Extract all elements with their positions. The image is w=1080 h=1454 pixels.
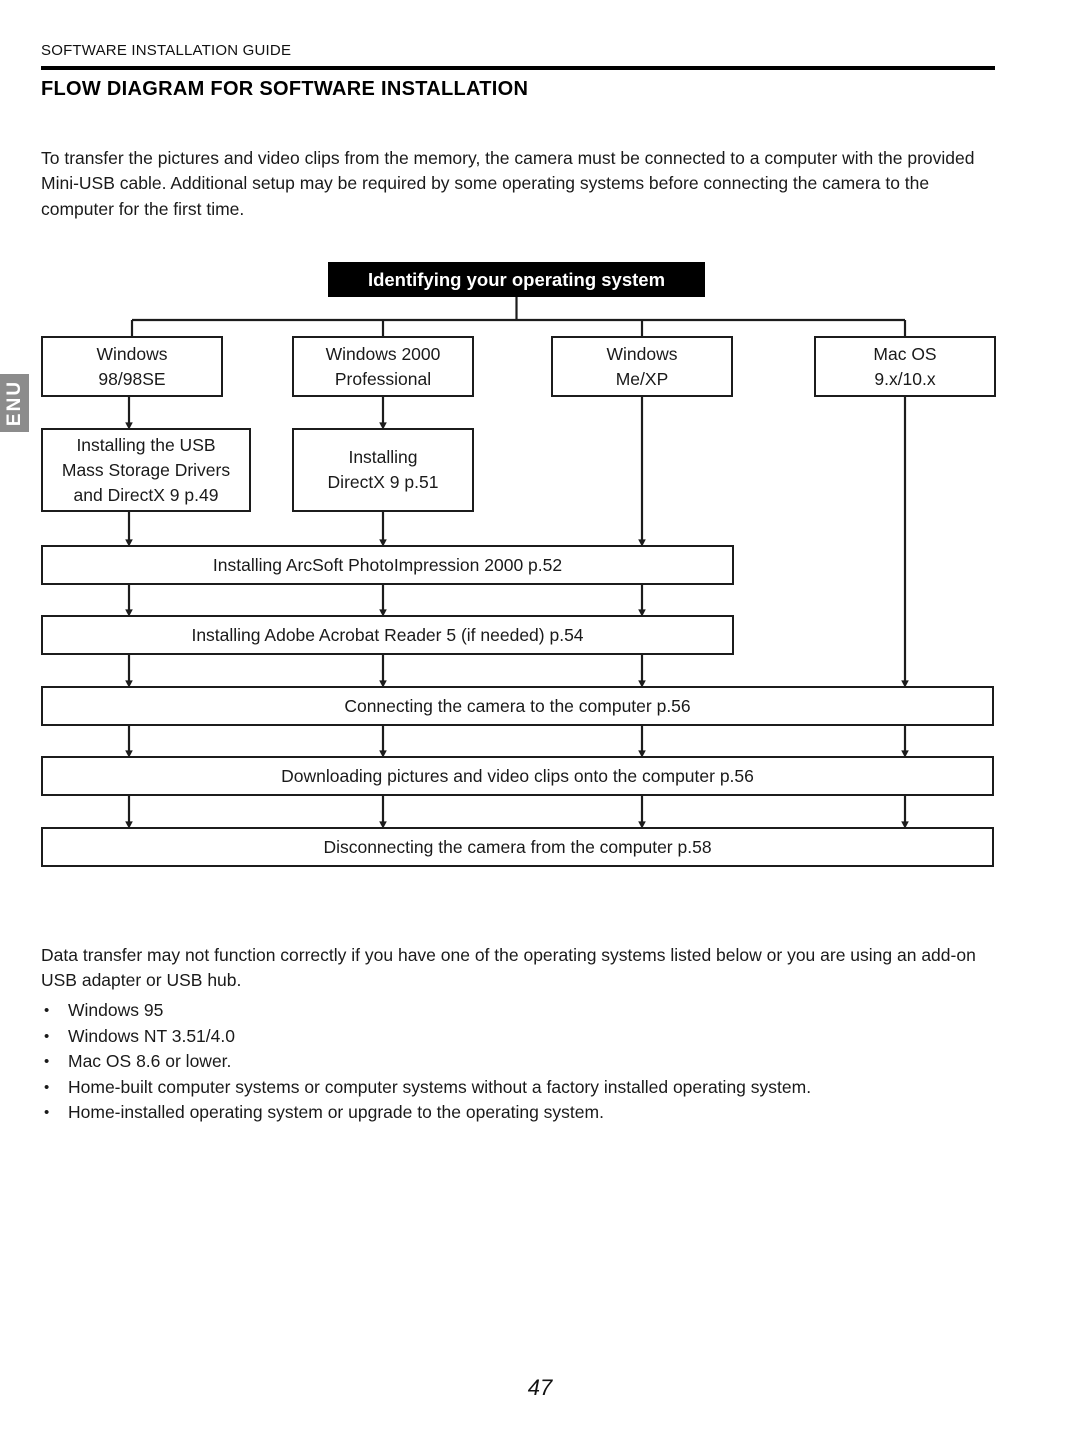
list-item-label: Home-installed operating system or upgra… [68, 1102, 604, 1122]
line-2: 9.x/10.x [874, 368, 936, 389]
flow-node-install-usb-drivers: Installing the USB Mass Storage Drivers … [41, 428, 251, 512]
page-number: 47 [527, 1375, 553, 1400]
page-title: FLOW DIAGRAM FOR SOFTWARE INSTALLATION [41, 78, 529, 100]
running-head-text: SOFTWARE INSTALLATION GUIDE [41, 42, 292, 59]
list-item: • Windows 95 [41, 998, 995, 1024]
flow-node-install-directx-text: Installing DirectX 9 p.51 [294, 445, 472, 495]
language-tab-enu: ENU [0, 374, 29, 432]
language-tab-label: ENU [3, 379, 25, 427]
note-paragraph: Data transfer may not function correctly… [41, 944, 976, 991]
flow-node-install-photoimpression-label: Installing ArcSoft PhotoImpression 2000 … [212, 554, 563, 575]
flow-node-os-mac-os: Mac OS 9.x/10.x [814, 336, 996, 397]
flow-node-os-windows-98: Windows 98/98SE [41, 336, 223, 397]
flow-node-disconnect-camera-label: Disconnecting the camera from the comput… [323, 836, 712, 857]
flow-node-download-pictures: Downloading pictures and video clips ont… [41, 756, 994, 796]
intro-paragraph: To transfer the pictures and video clips… [41, 147, 975, 219]
list-item: • Home-installed operating system or upg… [41, 1100, 995, 1126]
unsupported-systems-list: • Windows 95 • Windows NT 3.51/4.0 • Mac… [41, 998, 995, 1126]
flow-node-disconnect-camera: Disconnecting the camera from the comput… [41, 827, 994, 867]
bullet-icon: • [44, 1027, 50, 1045]
flow-node-root: Identifying your operating system [328, 262, 705, 297]
line-2: Professional [334, 368, 432, 389]
line-1: Windows [606, 343, 678, 364]
bullet-icon: • [44, 1104, 50, 1121]
line-2: 98/98SE [98, 368, 166, 389]
flow-node-install-acrobat-reader-label: Installing Adobe Acrobat Reader 5 (if ne… [191, 624, 584, 645]
bullet-icon: • [44, 1078, 50, 1096]
bullet-icon: • [44, 1002, 50, 1019]
line-2: Me/XP [615, 368, 669, 389]
flow-node-os-windows-98-text: Windows 98/98SE [43, 342, 221, 392]
flow-node-install-acrobat-reader: Installing Adobe Acrobat Reader 5 (if ne… [41, 615, 734, 655]
running-header: SOFTWARE INSTALLATION GUIDE [41, 42, 995, 60]
list-item-label: Windows NT 3.51/4.0 [68, 1025, 235, 1046]
flow-node-install-photoimpression: Installing ArcSoft PhotoImpression 2000 … [41, 545, 734, 585]
line-1: Windows 2000 [325, 343, 441, 364]
flow-node-download-pictures-label: Downloading pictures and video clips ont… [281, 765, 754, 786]
line-1: Installing [348, 447, 418, 467]
flow-node-connect-camera-label: Connecting the camera to the computer p.… [344, 695, 691, 716]
flow-node-os-windows-2000: Windows 2000 Professional [292, 336, 474, 397]
flow-node-os-windows-me-xp-text: Windows Me/XP [553, 342, 731, 392]
list-item-label: Mac OS 8.6 or lower. [68, 1051, 232, 1071]
flow-node-connect-camera: Connecting the camera to the computer p.… [41, 686, 994, 726]
line-2: Mass Storage Drivers [61, 459, 231, 480]
line-1: Installing the USB [76, 434, 216, 455]
list-item: • Mac OS 8.6 or lower. [41, 1049, 995, 1075]
flow-node-os-mac-os-text: Mac OS 9.x/10.x [816, 342, 994, 392]
flow-node-os-windows-2000-text: Windows 2000 Professional [294, 342, 472, 392]
list-item: • Windows NT 3.51/4.0 [41, 1024, 995, 1050]
flow-node-install-usb-drivers-text: Installing the USB Mass Storage Drivers … [43, 433, 249, 508]
flow-node-os-windows-me-xp: Windows Me/XP [551, 336, 733, 397]
bullet-icon: • [44, 1053, 50, 1070]
list-item: • Home-built computer systems or compute… [41, 1075, 995, 1101]
line-2: DirectX 9 p.51 [327, 472, 439, 492]
line-3: and DirectX 9 p.49 [73, 484, 219, 505]
line-1: Windows [96, 343, 168, 364]
list-item-label: Windows 95 [68, 1000, 164, 1020]
list-item-label: Home-built computer systems or computer … [68, 1076, 812, 1097]
flow-node-install-directx: Installing DirectX 9 p.51 [292, 428, 474, 512]
line-1: Mac OS [873, 343, 937, 364]
flow-node-root-label: Identifying your operating system [367, 269, 666, 290]
header-rule [41, 66, 995, 70]
